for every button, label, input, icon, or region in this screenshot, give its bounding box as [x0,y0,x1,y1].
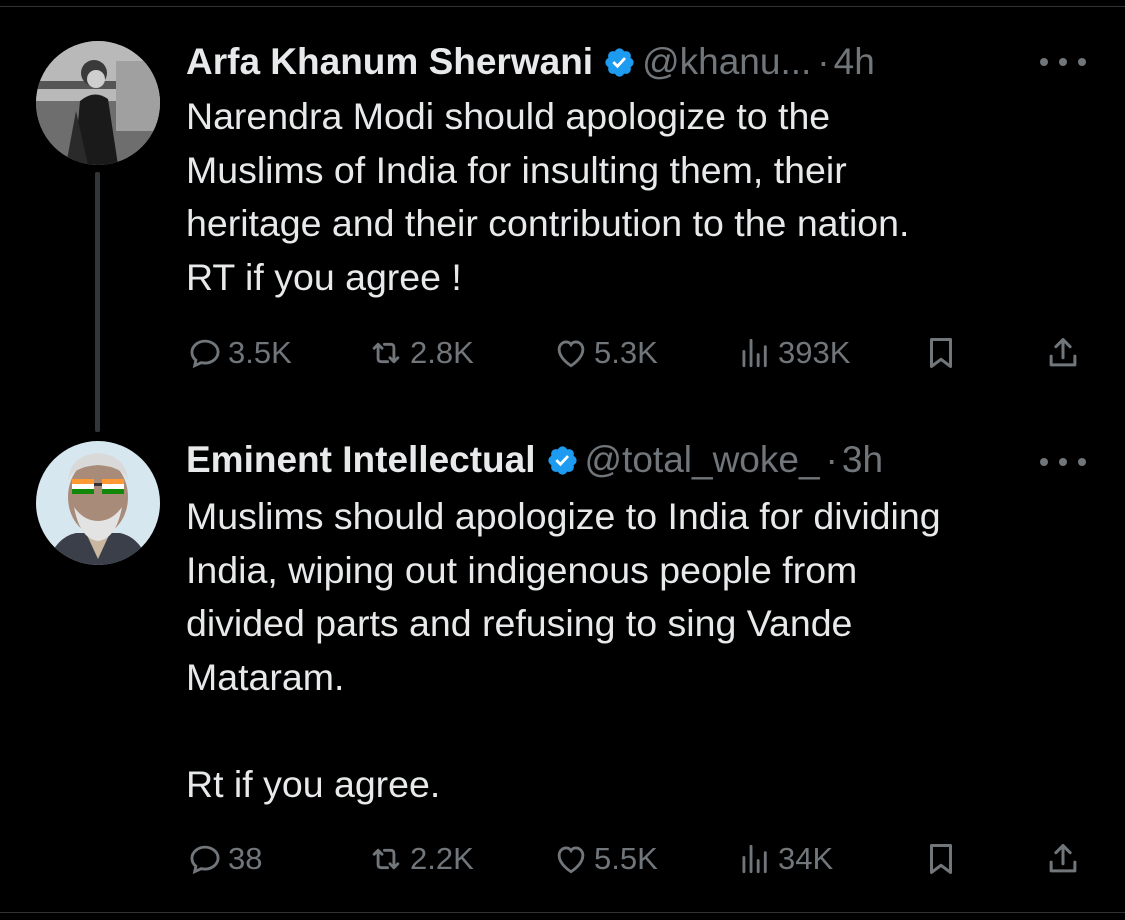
like-count: 5.3K [594,335,658,370]
repost-count: 2.8K [410,335,474,370]
avatar-photo [36,41,160,165]
reply-icon [190,845,220,875]
tweet-text: Muslims should apologize to India for di… [186,495,941,805]
views-count: 34K [778,841,834,876]
like-icon [557,340,585,368]
separator-dot: · [825,439,838,480]
bookmark-icon[interactable] [922,331,960,375]
display-name[interactable]: Arfa Khanum Sherwani [186,41,593,83]
avatar[interactable] [36,41,160,165]
reply-count: 38 [228,841,263,876]
avatar[interactable] [36,441,160,565]
share-icon[interactable] [1044,837,1082,881]
bookmark-icon[interactable] [922,837,960,881]
tweet-actions: 3.5K 2.8K 5.3K 393K [186,331,1086,375]
tweet-actions: 38 2.2K 5.5K 34K [186,837,1086,881]
verified-badge-icon [603,46,636,79]
like-count: 5.5K [594,841,658,876]
timestamp[interactable]: 3h [842,439,883,481]
top-divider [0,0,1125,7]
like-button[interactable]: 5.5K [552,837,658,881]
reply-button[interactable]: 38 [186,837,262,881]
repost-icon [372,848,400,870]
views-count: 393K [778,335,851,370]
tweet-text: Narendra Modi should apologize to the Mu… [186,95,910,298]
avatar-photo [36,441,160,565]
repost-button[interactable]: 2.8K [366,331,474,375]
more-icon[interactable] [1040,52,1086,72]
reply-count: 3.5K [228,335,292,370]
more-icon[interactable] [1040,452,1086,472]
timestamp[interactable]: 4h [834,41,875,83]
reply-button[interactable]: 3.5K [186,331,292,375]
like-button[interactable]: 5.3K [552,331,658,375]
views-button[interactable]: 393K [736,331,850,375]
tweet-header: Eminent Intellectual @total_woke_ · 3h [186,439,883,481]
repost-button[interactable]: 2.2K [366,837,474,881]
share-icon[interactable] [1044,331,1082,375]
repost-count: 2.2K [410,841,474,876]
thread-connector [95,172,100,432]
user-handle[interactable]: @total_woke_ [585,439,820,481]
bottom-divider [0,912,1125,913]
views-icon [742,844,767,874]
like-icon [557,846,585,874]
tweet-header: Arfa Khanum Sherwani @khanu... · 4h [186,41,875,83]
views-icon [742,338,767,368]
reply-icon [190,339,220,369]
separator-dot: · [817,41,830,82]
display-name[interactable]: Eminent Intellectual [186,439,536,481]
verified-badge-icon [546,444,579,477]
repost-icon [372,342,400,364]
views-button[interactable]: 34K [736,837,833,881]
user-handle[interactable]: @khanu... [642,41,811,83]
